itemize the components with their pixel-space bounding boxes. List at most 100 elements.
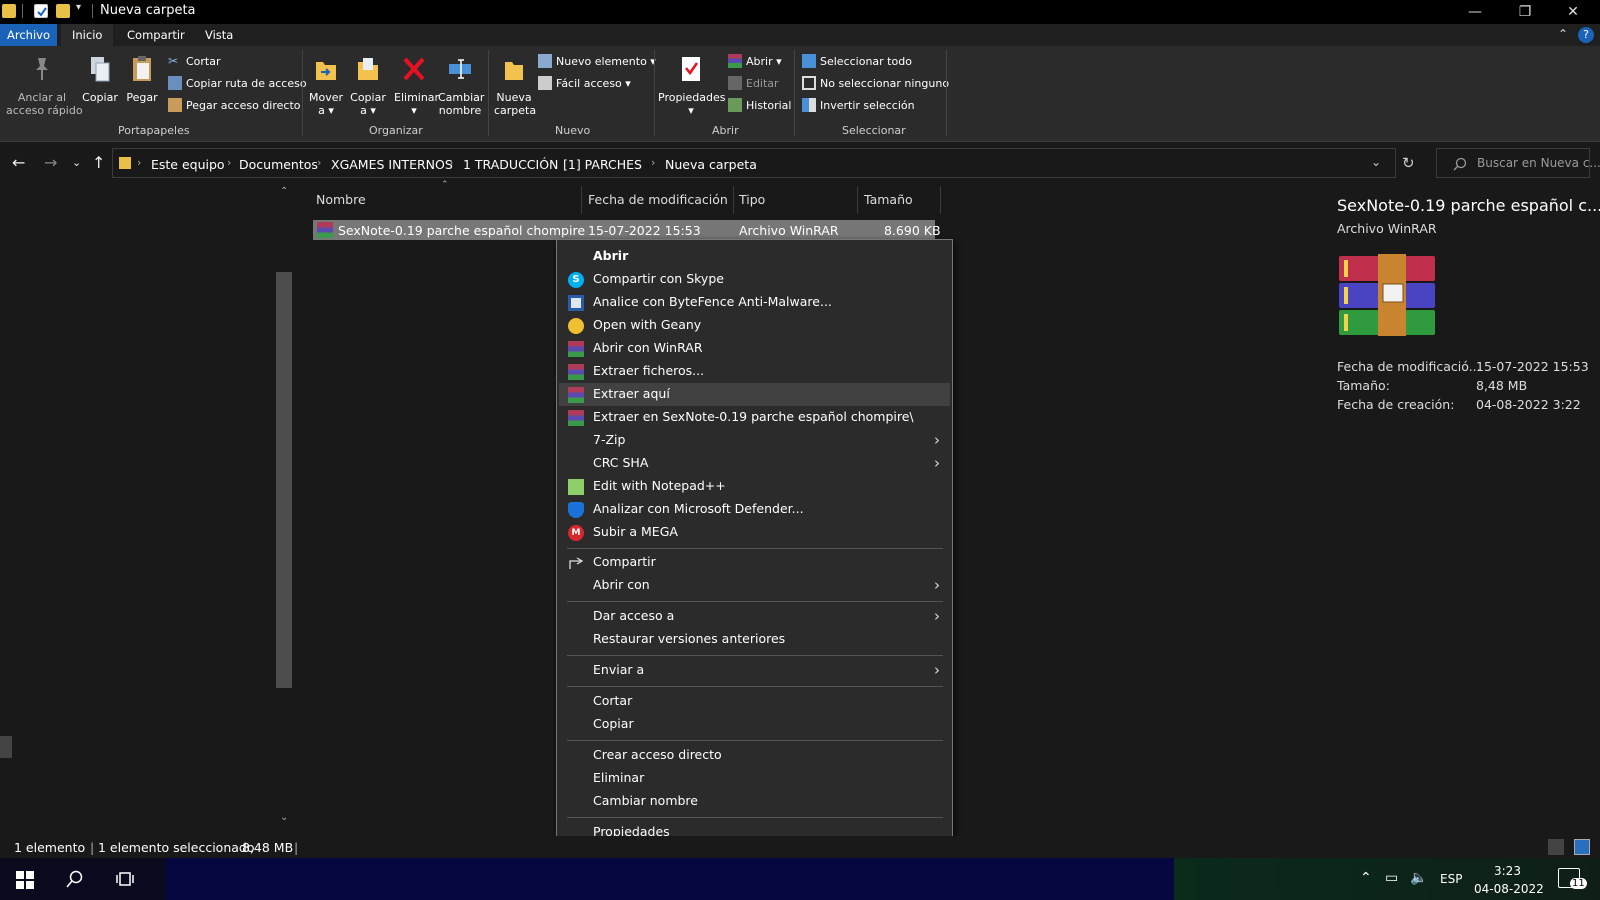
chevron-up-icon[interactable]: ⌃ xyxy=(1558,27,1568,41)
rename-button[interactable]: Cambiar nombre xyxy=(438,54,484,117)
clock-time[interactable]: 3:23 xyxy=(1494,864,1521,878)
address-dropdown-icon[interactable]: ⌄ xyxy=(1371,155,1381,169)
menu-item-extraer-aqui[interactable]: Extraer aquí xyxy=(559,383,950,406)
paste-shortcut-button[interactable]: Pegar acceso directo xyxy=(168,96,301,114)
menu-item-defender[interactable]: Analizar con Microsoft Defender... xyxy=(559,498,950,521)
edit-button[interactable]: Editar xyxy=(728,74,779,92)
select-all-button[interactable]: Seleccionar todo xyxy=(802,52,912,70)
network-icon[interactable]: ▭ xyxy=(1385,870,1398,886)
scroll-down-icon[interactable]: ⌄ xyxy=(280,812,288,823)
forward-icon[interactable]: → xyxy=(44,153,57,172)
search-icon[interactable] xyxy=(66,870,84,888)
nav-scrollbar-thumb[interactable] xyxy=(276,272,292,688)
recent-locations-icon[interactable]: ⌄ xyxy=(72,156,81,169)
tab-inicio[interactable]: Inicio xyxy=(61,24,114,46)
menu-item-cortar[interactable]: Cortar xyxy=(559,690,950,713)
tab-compartir[interactable]: Compartir xyxy=(116,24,196,46)
menu-item-notepadpp[interactable]: Edit with Notepad++ xyxy=(559,475,950,498)
search-input[interactable]: Buscar en Nueva c... xyxy=(1436,148,1600,178)
history-button[interactable]: Historial xyxy=(728,96,791,114)
breadcrumb[interactable]: XGAMES INTERNOS xyxy=(331,157,453,172)
tab-archivo[interactable]: Archivo xyxy=(0,24,57,46)
breadcrumb[interactable]: Este equipo xyxy=(151,157,225,172)
new-folder-button[interactable]: Nueva carpeta xyxy=(494,54,536,117)
ribbon-tabs: Archivo Inicio Compartir Vista ⌃ ? xyxy=(0,24,1600,46)
paste-button[interactable]: Pegar xyxy=(124,54,160,104)
menu-item-abrir-winrar[interactable]: Abrir con WinRAR xyxy=(559,337,950,360)
cut-button[interactable]: ✂ Cortar xyxy=(168,52,221,70)
breadcrumb[interactable]: Nueva carpeta xyxy=(665,157,757,172)
prop-label: Fecha de modificació... xyxy=(1337,359,1481,374)
file-name[interactable]: SexNote-0.19 parche español chompire xyxy=(338,223,585,238)
help-icon[interactable]: ? xyxy=(1578,27,1594,43)
select-none-icon xyxy=(802,76,816,90)
details-view-icon[interactable] xyxy=(1548,839,1564,855)
close-button[interactable]: ✕ xyxy=(1550,0,1596,24)
menu-item-extraer-ficheros[interactable]: Extraer ficheros... xyxy=(559,360,950,383)
task-view-icon[interactable] xyxy=(116,871,134,887)
breadcrumb[interactable]: Documentos xyxy=(239,157,318,172)
breadcrumb[interactable]: 1 TRADUCCIÓN xyxy=(463,157,558,172)
menu-item-enviar-a[interactable]: Enviar a › xyxy=(559,659,950,682)
properties-button[interactable]: Propiedades ▾ xyxy=(658,54,725,117)
menu-item-abrir[interactable]: Abrir xyxy=(559,245,950,268)
menu-item-crc-sha[interactable]: CRC SHA › xyxy=(559,452,950,475)
clock-date[interactable]: 04-08-2022 xyxy=(1474,882,1544,896)
defender-icon xyxy=(568,502,584,518)
menu-item-compartir[interactable]: Compartir xyxy=(559,551,950,574)
up-icon[interactable]: ↑ xyxy=(92,153,105,172)
scroll-up-icon[interactable]: ⌃ xyxy=(280,186,288,197)
column-tipo[interactable]: Tipo xyxy=(739,192,765,207)
nav-item-highlight[interactable] xyxy=(0,736,12,758)
copy-path-button[interactable]: Copiar ruta de acceso xyxy=(168,74,307,92)
taskbar-app-area[interactable] xyxy=(166,858,1174,900)
large-icons-view-icon[interactable] xyxy=(1574,839,1590,855)
delete-button[interactable]: Eliminar ▾ xyxy=(394,54,439,117)
menu-item-abrir-con[interactable]: Abrir con › xyxy=(559,574,950,597)
restore-button[interactable]: ❐ xyxy=(1502,0,1548,24)
menu-item-mega[interactable]: M Subir a MEGA xyxy=(559,521,950,544)
status-size: 8,48 MB xyxy=(242,840,294,855)
context-menu: Abrir S Compartir con Skype Analice con B… xyxy=(556,239,953,851)
back-icon[interactable]: ← xyxy=(12,153,25,172)
properties-quick-icon[interactable] xyxy=(34,4,48,18)
breadcrumb[interactable]: [1] PARCHES xyxy=(563,157,642,172)
menu-item-geany[interactable]: Open with Geany xyxy=(559,314,950,337)
menu-item-eliminar[interactable]: Eliminar xyxy=(559,767,950,790)
open-button[interactable]: Abrir ▾ xyxy=(728,52,782,70)
refresh-icon[interactable]: ↻ xyxy=(1402,154,1415,172)
customize-quick-access-icon[interactable]: ▾ xyxy=(76,2,81,13)
chevron-up-icon[interactable]: ⌃ xyxy=(1360,870,1372,886)
copy-button[interactable]: Copiar xyxy=(82,54,118,104)
menu-item-restaurar[interactable]: Restaurar versiones anteriores xyxy=(559,628,950,651)
geany-icon xyxy=(568,318,584,334)
menu-item-dar-acceso[interactable]: Dar acceso a › xyxy=(559,605,950,628)
easy-access-icon xyxy=(538,76,552,90)
column-nombre[interactable]: Nombre xyxy=(316,192,366,207)
easy-access-button[interactable]: Fácil acceso ▾ xyxy=(538,74,631,92)
column-fecha[interactable]: Fecha de modificación xyxy=(588,192,728,207)
invert-selection-button[interactable]: Invertir selección xyxy=(802,96,915,114)
copy-to-button[interactable]: Copiar a ▾ xyxy=(350,54,386,117)
windows-start-icon[interactable] xyxy=(16,871,34,889)
new-item-button[interactable]: Nuevo elemento ▾ xyxy=(538,52,656,70)
menu-item-compartir-skype[interactable]: S Compartir con Skype xyxy=(559,268,950,291)
move-to-button[interactable]: Mover a ▾ xyxy=(308,54,344,117)
select-none-button[interactable]: No seleccionar ninguno xyxy=(802,74,949,92)
volume-icon[interactable]: 🔈 xyxy=(1410,870,1427,886)
menu-item-extraer-en[interactable]: Extraer en SexNote-0.19 parche español c… xyxy=(559,406,950,429)
address-bar[interactable]: › Este equipo › Documentos › XGAMES INTE… xyxy=(112,148,1396,178)
pin-quick-access-button[interactable]: Anclar al acceso rápido xyxy=(6,54,83,117)
copy-icon xyxy=(91,57,110,82)
menu-item-cambiar-nombre[interactable]: Cambiar nombre xyxy=(559,790,950,813)
column-tamano[interactable]: Tamaño xyxy=(864,192,913,207)
tab-vista[interactable]: Vista xyxy=(194,24,244,46)
menu-item-crear-acceso[interactable]: Crear acceso directo xyxy=(559,744,950,767)
new-folder-quick-icon[interactable] xyxy=(56,4,70,18)
divider xyxy=(567,817,943,818)
menu-item-bytefence[interactable]: Analice con ByteFence Anti-Malware... xyxy=(559,291,950,314)
minimize-button[interactable]: — xyxy=(1452,0,1498,24)
menu-item-7zip[interactable]: 7-Zip › xyxy=(559,429,950,452)
menu-item-copiar[interactable]: Copiar xyxy=(559,713,950,736)
language-indicator[interactable]: ESP xyxy=(1440,872,1462,886)
